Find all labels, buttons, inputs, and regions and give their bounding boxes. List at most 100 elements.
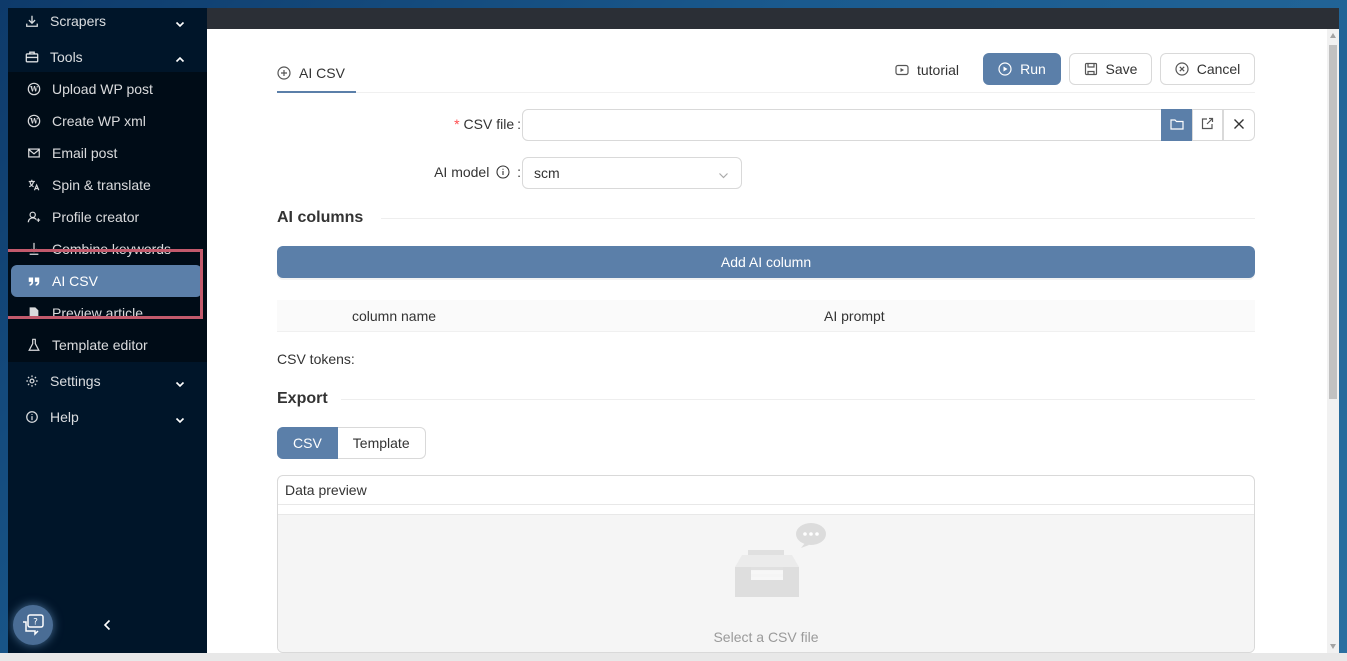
sidebar-item-label: Spin & translate [52, 177, 151, 193]
ai-model-select[interactable]: scm [522, 157, 742, 189]
empty-state-text: Select a CSV file [713, 629, 819, 645]
chevron-down-icon [175, 412, 185, 424]
chevron-left-icon[interactable] [99, 615, 115, 635]
sidebar-item-label: Preview article [52, 305, 144, 321]
sidebar-item-settings[interactable]: Settings [8, 365, 207, 397]
bottom-strip [0, 653, 1347, 661]
ai-prompt-header: AI prompt [824, 308, 885, 324]
sidebar-item-combine-keywords[interactable]: Combine keywords [8, 233, 207, 265]
ai-model-value: scm [534, 165, 560, 181]
sidebar-item-label: Combine keywords [52, 241, 172, 257]
column-name-header: column name [352, 308, 437, 324]
sidebar-item-create-wp-xml[interactable]: W Create WP xml [8, 105, 207, 137]
tab-ai-csv[interactable]: AI CSV [277, 53, 345, 93]
tab-label: AI CSV [299, 65, 345, 81]
gear-icon [24, 373, 40, 389]
sidebar-item-scrapers[interactable]: Scrapers [8, 8, 207, 37]
info-circle-icon[interactable] [496, 165, 510, 182]
chat-help-icon[interactable]: ? [13, 605, 53, 645]
sidebar-item-spin-translate[interactable]: Spin & translate [8, 169, 207, 201]
wordpress-icon: W [26, 113, 42, 129]
youtube-icon [895, 64, 909, 76]
csv-tokens-label: CSV tokens: [277, 351, 355, 367]
scrollbar-thumb[interactable] [1329, 45, 1337, 399]
data-preview-body: Select a CSV file [278, 514, 1254, 652]
data-preview-card: Data preview Select a CSV file [277, 475, 1255, 653]
sidebar-item-tools[interactable]: Tools [8, 41, 207, 73]
export-title: Export [277, 390, 328, 407]
window-top-bar [207, 8, 1339, 29]
app-window: Scrapers Tools W Upload WP post W Create… [8, 8, 1339, 653]
sidebar-item-help[interactable]: Help [8, 401, 207, 433]
sidebar-item-label: Profile creator [52, 209, 140, 225]
save-button[interactable]: Save [1069, 53, 1152, 85]
clear-file-button[interactable] [1223, 109, 1255, 141]
sidebar-item-template-editor[interactable]: Template editor [8, 329, 207, 361]
sidebar-item-label: Help [50, 409, 79, 425]
chevron-down-icon [175, 16, 185, 28]
play-circle-icon [998, 62, 1012, 76]
sidebar-item-upload-wp-post[interactable]: W Upload WP post [8, 73, 207, 105]
export-csv-option[interactable]: CSV [277, 427, 338, 459]
sidebar: Scrapers Tools W Upload WP post W Create… [8, 8, 207, 653]
data-preview-title: Data preview [278, 476, 1254, 505]
scroll-down-arrow-icon[interactable] [1330, 644, 1336, 649]
main-content: AI CSV tutorial Run Save Cancel * CSV fi… [207, 29, 1327, 653]
sidebar-item-preview-article[interactable]: Preview article [8, 297, 207, 329]
info-icon [24, 409, 40, 425]
ai-columns-title: AI columns [277, 209, 364, 226]
plus-circle-icon [277, 66, 291, 80]
run-button[interactable]: Run [983, 53, 1061, 85]
sidebar-item-label: Tools [50, 49, 83, 65]
empty-inbox-icon [735, 523, 826, 597]
download-icon [24, 13, 40, 29]
sidebar-item-ai-csv[interactable]: AI CSV [8, 265, 207, 297]
svg-text:?: ? [33, 618, 38, 628]
sidebar-footer: ? [8, 603, 207, 653]
save-icon [1084, 62, 1098, 76]
ai-model-label: AI model : [434, 164, 521, 182]
toolbox-icon [24, 49, 40, 65]
add-ai-column-button[interactable]: Add AI column [277, 246, 1255, 278]
svg-text:W: W [29, 117, 38, 126]
email-icon [26, 145, 42, 161]
sidebar-item-label: Template editor [52, 337, 148, 353]
open-external-button[interactable] [1192, 109, 1223, 141]
sidebar-item-label: Email post [52, 145, 118, 161]
tab-divider [277, 92, 1255, 93]
csv-file-label: * CSV file: [454, 116, 521, 132]
export-format-toggle: CSV Template [277, 427, 426, 459]
chevron-down-icon [175, 376, 185, 388]
scroll-up-arrow-icon[interactable] [1330, 33, 1336, 38]
sidebar-item-label: Scrapers [50, 13, 107, 29]
chevron-down-icon [718, 168, 729, 184]
export-template-option[interactable]: Template [337, 427, 426, 459]
folder-icon [1169, 117, 1184, 133]
wordpress-icon: W [26, 81, 42, 97]
sidebar-item-profile-creator[interactable]: Profile creator [8, 201, 207, 233]
sidebar-item-label: Create WP xml [52, 113, 146, 129]
external-link-icon [1201, 117, 1214, 133]
divider [381, 218, 1255, 219]
csv-file-input[interactable] [522, 109, 1162, 141]
user-add-icon [26, 209, 42, 225]
chevron-up-icon [175, 52, 185, 63]
quote-icon [26, 273, 42, 289]
sidebar-item-label: Settings [50, 373, 101, 389]
merge-icon [26, 241, 42, 257]
main-scrollbar[interactable] [1327, 29, 1339, 653]
flask-icon [26, 337, 42, 353]
translate-icon [26, 177, 42, 193]
divider [341, 399, 1255, 400]
close-icon [1233, 117, 1245, 133]
tutorial-button[interactable]: tutorial [891, 54, 963, 86]
close-circle-icon [1175, 62, 1189, 76]
tab-active-indicator [277, 91, 356, 93]
sidebar-item-email-post[interactable]: Email post [8, 137, 207, 169]
file-icon [26, 305, 42, 321]
sidebar-item-label: Upload WP post [52, 81, 153, 97]
cancel-button[interactable]: Cancel [1160, 53, 1255, 85]
browse-folder-button[interactable] [1161, 109, 1192, 141]
svg-text:W: W [29, 85, 38, 94]
sidebar-item-label: AI CSV [52, 273, 98, 289]
